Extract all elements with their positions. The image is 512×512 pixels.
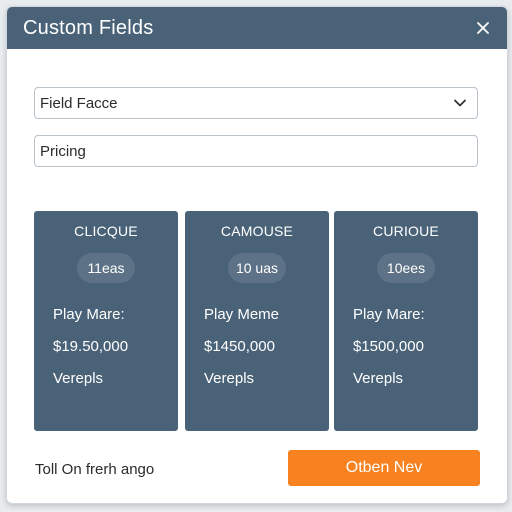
card-line-1: Play Mare: — [353, 306, 425, 323]
close-icon — [477, 22, 489, 34]
field-name-input-wrap[interactable] — [34, 135, 478, 167]
option-card[interactable]: CLICQUE 11eas Play Mare: $19.50,000 Vere… — [34, 211, 178, 431]
field-name-input[interactable] — [40, 142, 467, 160]
dialog-title: Custom Fields — [23, 16, 154, 39]
card-pill: 11eas — [77, 253, 135, 283]
card-pill: 10ees — [377, 253, 435, 283]
card-title: CURIOUE — [373, 223, 439, 239]
dialog-titlebar: Custom Fields — [7, 7, 507, 49]
field-type-value: Field Facce — [40, 94, 118, 112]
chevron-down-icon — [453, 96, 467, 110]
close-button[interactable] — [473, 18, 493, 38]
footer-text: Toll On frerh ango — [35, 461, 155, 478]
custom-fields-dialog: Custom Fields Field Facce CLICQUE 11eas … — [6, 6, 508, 504]
card-line-1: Play Mare: — [53, 306, 125, 323]
card-title: CLICQUE — [74, 223, 138, 239]
card-line-3: Verepls — [53, 370, 104, 387]
card-price: $1500,000 — [353, 338, 424, 355]
card-list: CLICQUE 11eas Play Mare: $19.50,000 Vere… — [34, 211, 480, 431]
card-line-1: Play Meme — [204, 306, 280, 323]
field-type-select[interactable]: Field Facce — [34, 87, 478, 119]
card-line-3: Verepls — [204, 370, 255, 387]
option-card[interactable]: CAMOUSE 10 uas Play Meme $1450,000 Verep… — [185, 211, 329, 431]
option-card[interactable]: CURIOUE 10ees Play Mare: $1500,000 Verep… — [334, 211, 478, 431]
card-line-3: Verepls — [353, 370, 404, 387]
primary-action-button[interactable]: Otben Nev — [288, 450, 480, 486]
card-title: CAMOUSE — [220, 223, 294, 239]
card-price: $19.50,000 — [53, 338, 129, 355]
card-pill: 10 uas — [228, 253, 286, 283]
card-price: $1450,000 — [204, 338, 275, 355]
